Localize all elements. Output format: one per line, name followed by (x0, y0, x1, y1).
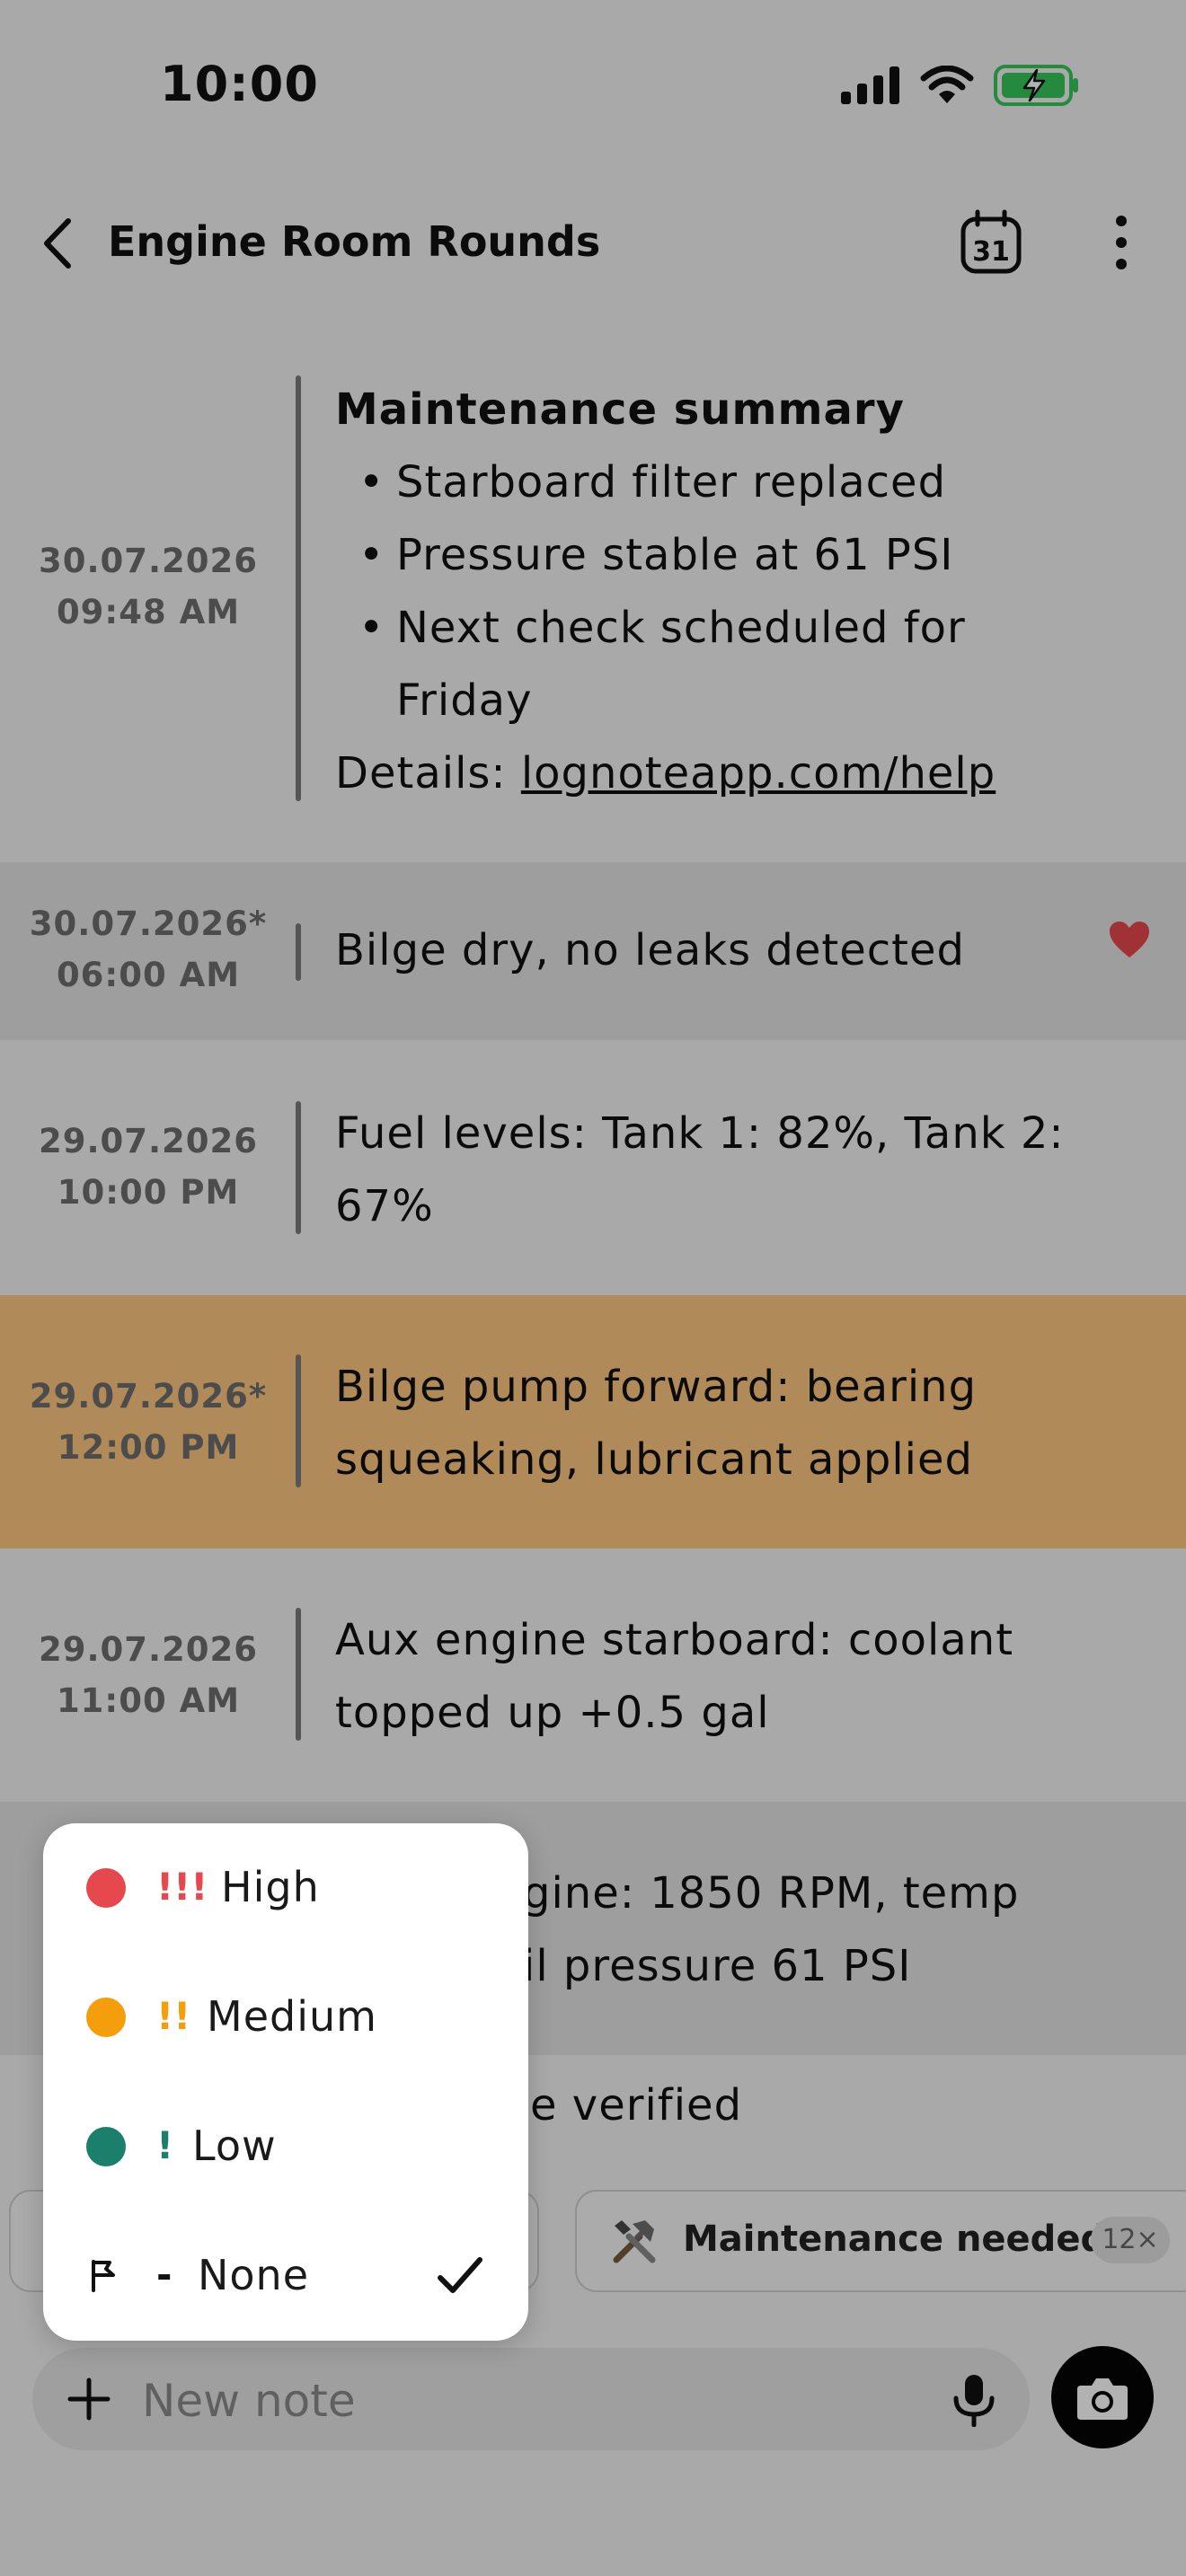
priority-medium-dot (86, 1998, 126, 2037)
flag-icon (92, 2260, 115, 2292)
priority-label: High (221, 1863, 320, 1911)
priority-high-dot (86, 1868, 126, 1908)
priority-label: Medium (207, 1992, 377, 2041)
priority-label: None (198, 2251, 310, 2299)
priority-label: Low (192, 2122, 277, 2170)
priority-low-dot (86, 2127, 126, 2166)
checkmark-icon (438, 2257, 482, 2293)
priority-marks: !! (156, 1994, 191, 2038)
screen: 10:00 Engine Room Rounds 31 30.07.2026 0… (0, 0, 1186, 2576)
priority-marks: !!! (156, 1865, 208, 1909)
priority-option-none[interactable]: - None (43, 2211, 528, 2341)
priority-option-medium[interactable]: !! Medium (43, 1953, 528, 2082)
priority-option-low[interactable]: ! Low (43, 2082, 528, 2211)
priority-marks: - (156, 2253, 173, 2297)
priority-marks: ! (156, 2123, 174, 2167)
priority-menu: !!! High !! Medium ! Low - None (43, 1823, 528, 2341)
priority-option-high[interactable]: !!! High (43, 1823, 528, 1953)
